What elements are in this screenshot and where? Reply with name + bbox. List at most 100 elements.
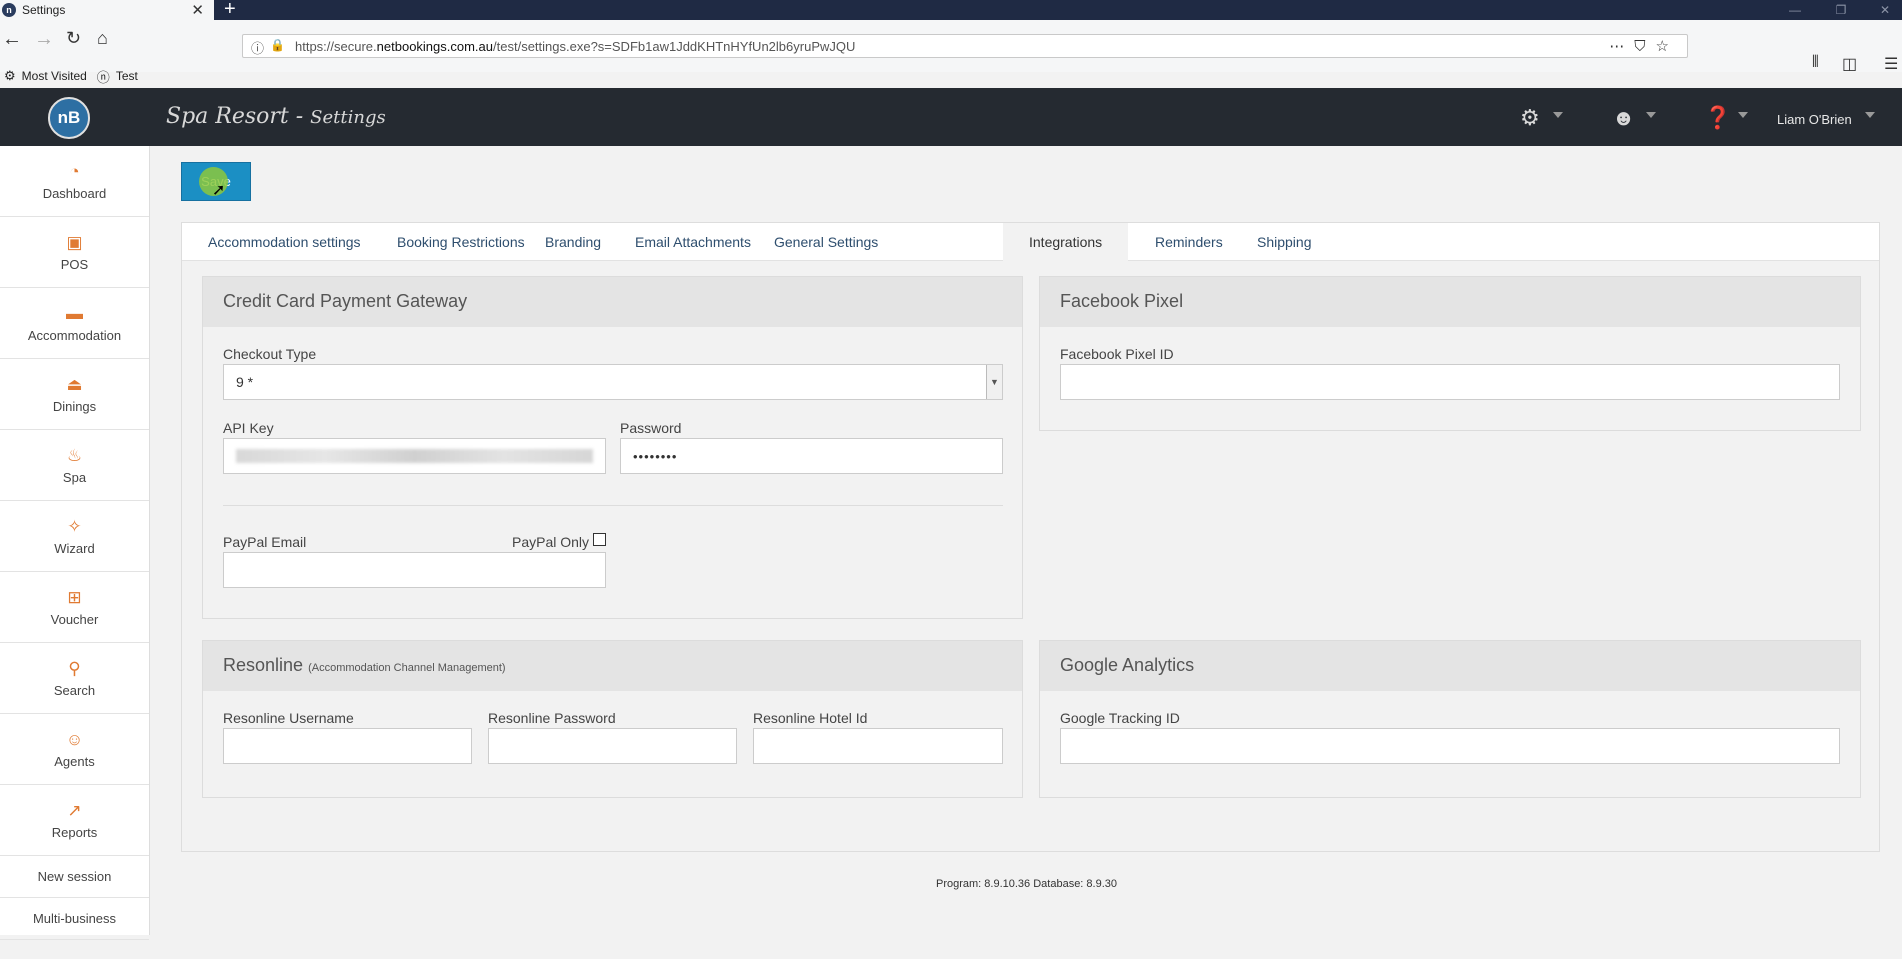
new-session-link[interactable]: New session xyxy=(0,856,149,898)
resonline-username-input[interactable] xyxy=(223,728,472,764)
api-key-label: API Key xyxy=(223,420,274,436)
search-icon: ⚲ xyxy=(68,658,81,678)
tab-general-settings[interactable]: General Settings xyxy=(748,223,904,261)
sidebar-item-wizard[interactable]: ✧ Wizard xyxy=(0,501,149,572)
url-actions: ⋯⛉☆ xyxy=(1609,37,1679,55)
user-menu[interactable]: Liam O'Brien xyxy=(1777,112,1852,127)
settings-gear-icon[interactable]: ⚙ xyxy=(1520,105,1540,131)
google-analytics-title: Google Analytics xyxy=(1040,641,1860,691)
info-icon[interactable]: ⓘ xyxy=(251,38,264,57)
sidebar-item-label: Dinings xyxy=(52,398,97,414)
paypal-only-checkbox[interactable] xyxy=(593,533,606,546)
forward-icon[interactable]: → xyxy=(34,28,54,51)
facebook-pixel-title: Facebook Pixel xyxy=(1040,277,1860,327)
google-analytics-box: Google Analytics Google Tracking ID xyxy=(1039,640,1861,798)
bookmark-most-visited[interactable]: Most Visited xyxy=(22,69,87,83)
sidebar-item-label: Spa xyxy=(62,469,87,485)
bookmark-star-icon[interactable]: ☆ xyxy=(1656,38,1679,55)
sidebar-item-label: Dashboard xyxy=(42,185,107,201)
api-key-input[interactable] xyxy=(223,438,606,474)
bookmarks-bar: ⚙ Most Visited ⓝ Test xyxy=(0,66,144,86)
sidebar-item-pos[interactable]: ▣ POS xyxy=(0,217,149,288)
home-icon[interactable]: ⌂ xyxy=(97,28,108,49)
google-tracking-id-label: Google Tracking ID xyxy=(1060,710,1180,726)
tab-shipping[interactable]: Shipping xyxy=(1231,223,1338,261)
menu-icon[interactable]: ☰ xyxy=(1884,54,1898,74)
paypal-email-label: PayPal Email xyxy=(223,534,307,550)
sidebar-item-dinings[interactable]: ⏏ Dinings xyxy=(0,359,149,430)
sidebar-item-label: Accommodation xyxy=(27,327,122,343)
reload-icon[interactable]: ↻ xyxy=(66,28,81,49)
redacted-api-key xyxy=(236,449,593,463)
sidebar-item-spa[interactable]: ♨ Spa xyxy=(0,430,149,501)
resonline-password-label: Resonline Password xyxy=(488,710,616,726)
lock-icon: 🔒 xyxy=(270,38,285,52)
chevron-down-icon[interactable]: ▼ xyxy=(986,365,1002,399)
chevron-down-icon[interactable] xyxy=(1553,112,1563,118)
sidebar-item-label: Wizard xyxy=(54,540,95,556)
tab-integrations[interactable]: Integrations xyxy=(1003,223,1129,261)
credit-card-gateway-box: Credit Card Payment Gateway Checkout Typ… xyxy=(202,276,1023,619)
password-input[interactable]: •••••••• xyxy=(620,438,1003,474)
divider xyxy=(223,505,1003,506)
facebook-pixel-box: Facebook Pixel Facebook Pixel ID xyxy=(1039,276,1861,431)
sidebar-item-accommodation[interactable]: ▬ Accommodation xyxy=(0,288,149,359)
wand-icon: ✧ xyxy=(67,516,82,536)
resonline-hotel-id-label: Resonline Hotel Id xyxy=(753,710,868,726)
page-title: Spa Resort - Settings xyxy=(166,104,386,129)
sidebar-item-search[interactable]: ⚲ Search xyxy=(0,643,149,714)
mouse-cursor-icon: ➚ xyxy=(212,182,226,199)
paypal-only-label: PayPal Only xyxy=(512,534,590,550)
sidebar-item-voucher[interactable]: ⊞ Voucher xyxy=(0,572,149,643)
chevron-down-icon[interactable] xyxy=(1646,112,1656,118)
browser-tab[interactable]: n Settings ✕ xyxy=(0,0,214,20)
tab-accommodation-settings[interactable]: Accommodation settings xyxy=(182,223,387,261)
checkout-type-value: 9 * xyxy=(236,374,254,390)
paypal-email-input[interactable] xyxy=(223,552,606,588)
gift-icon: ⊞ xyxy=(67,587,82,607)
sidebar-item-dashboard[interactable]: ◔ Dashboard xyxy=(0,146,149,217)
dining-icon: ⏏ xyxy=(66,374,83,394)
sidebar-item-label: Agents xyxy=(54,753,95,769)
window-close-icon[interactable]: ✕ xyxy=(1870,0,1900,20)
checkout-type-select[interactable]: 9 * ▼ xyxy=(223,364,1003,400)
facebook-pixel-id-input[interactable] xyxy=(1060,364,1840,400)
browser-tab-title: Settings xyxy=(22,3,66,17)
url-bar[interactable]: ⓘ 🔒 https://secure.netbookings.com.au/te… xyxy=(242,34,1688,58)
close-tab-icon[interactable]: ✕ xyxy=(191,1,204,19)
new-tab-icon[interactable]: + xyxy=(224,0,236,21)
sidebar-item-agents[interactable]: ☺ Agents xyxy=(0,714,149,785)
resonline-hotel-id-input[interactable] xyxy=(753,728,1003,764)
multi-business-link[interactable]: Multi-business xyxy=(0,898,149,940)
checkout-type-label: Checkout Type xyxy=(223,346,317,362)
library-icon[interactable]: ⫴ xyxy=(1812,54,1819,72)
browser-titlebar: n Settings ✕ + — ❐ ✕ xyxy=(0,0,1902,20)
chevron-down-icon[interactable] xyxy=(1738,112,1748,118)
google-tracking-id-input[interactable] xyxy=(1060,728,1840,764)
pos-icon: ▣ xyxy=(66,232,83,252)
facebook-pixel-id-label: Facebook Pixel ID xyxy=(1060,346,1174,362)
agent-icon[interactable]: ☻ xyxy=(1612,105,1635,131)
bookmark-test[interactable]: Test xyxy=(116,69,138,83)
sidebar-toggle-icon[interactable]: ◫ xyxy=(1842,54,1857,74)
app-header: nB Spa Resort - Settings ⚙ ☻ ❓ Liam O'Br… xyxy=(0,88,1902,146)
help-icon[interactable]: ❓ xyxy=(1704,105,1731,131)
bed-icon: ▬ xyxy=(66,303,83,323)
favicon: n xyxy=(2,3,16,17)
back-icon[interactable]: ← xyxy=(2,28,22,51)
password-label: Password xyxy=(620,420,682,436)
more-icon[interactable]: ⋯ xyxy=(1609,38,1634,55)
chevron-down-icon[interactable] xyxy=(1865,112,1875,118)
pocket-icon[interactable]: ⛉ xyxy=(1634,38,1655,55)
minimize-icon[interactable]: — xyxy=(1780,0,1810,20)
app-logo[interactable]: nB xyxy=(48,97,90,139)
sidebar-item-reports[interactable]: ↗ Reports xyxy=(0,785,149,856)
credit-card-gateway-title: Credit Card Payment Gateway xyxy=(203,277,1022,327)
agent-icon: ☺ xyxy=(65,729,84,749)
dashboard-icon: ◔ xyxy=(69,161,80,181)
restore-icon[interactable]: ❐ xyxy=(1826,0,1856,20)
resonline-password-input[interactable] xyxy=(488,728,737,764)
version-footer: Program: 8.9.10.36 Database: 8.9.30 xyxy=(936,878,1118,890)
resonline-box: Resonline (Accommodation Channel Managem… xyxy=(202,640,1023,798)
settings-tabs: Accommodation settings Booking Restricti… xyxy=(182,223,1879,261)
